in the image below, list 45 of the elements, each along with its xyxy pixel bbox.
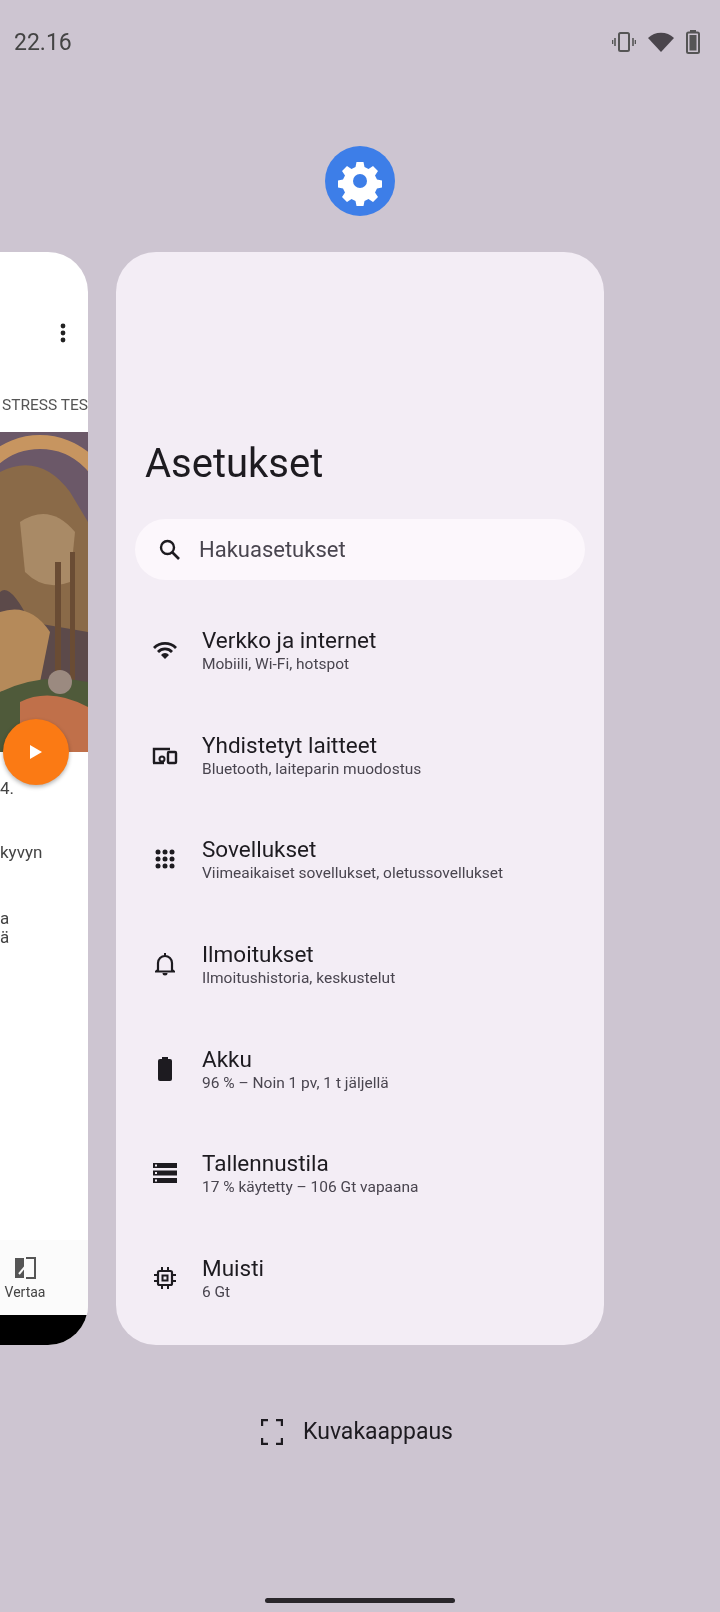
item-subtitle: 96 % – Noin 1 pv, 1 t jäljellä [202,1072,389,1093]
settings-item[interactable]: Muisti 6 Gt [135,1225,585,1331]
more-icon[interactable] [60,323,66,343]
item-title: Ilmoitukset [202,940,315,969]
settings-item[interactable]: Akku 96 % – Noin 1 pv, 1 t jäljellä [135,1016,585,1121]
item-title: Muisti [202,1253,264,1282]
tab-label[interactable]: STRESS TES [1,396,88,414]
wifi-icon [648,32,674,52]
body-text: kyvyn [0,842,44,862]
settings-item[interactable]: Sovellukset Viimeaikaiset sovellukset, oletussovellukset [135,807,585,912]
search-icon [159,538,181,561]
settings-item[interactable]: Yhdistetyt laitteet Bluetooth, laiteparin muodostus [135,702,585,808]
item-subtitle: Mobiili, Wi-Fi, hotspot [202,654,351,675]
status-time: 22.16 [14,28,73,56]
item-subtitle: Viimeaikaiset sovellukset, oletussovellukset [202,863,504,884]
battery-icon [157,1056,173,1081]
item-title: Akku [202,1044,253,1073]
body-text: ä [0,927,11,947]
page-title: Asetukset [145,441,325,487]
item-subtitle: 17 % käytetty – 106 Gt vapaana [202,1177,419,1198]
item-title: Tallennustila [202,1149,330,1178]
item-subtitle: Ilmoitushistoria, keskustelut [202,968,396,989]
chip-icon [153,1265,177,1290]
battery-icon [686,30,700,54]
vibrate-icon [612,32,636,52]
item-title: Yhdistetyt laitteet [202,730,379,759]
wifi-icon [152,640,178,661]
search-field[interactable]: Hakuasetukset [135,519,585,580]
compare-icon [13,1255,37,1280]
body-text: 4. [0,778,16,798]
body-text: a [0,908,11,928]
item-subtitle: 6 Gt [202,1281,232,1302]
settings-item[interactable]: Verkko ja internet Mobiili, Wi-Fi, hotspot [135,598,585,703]
screenshot-icon [261,1418,284,1445]
apps-grid-icon [154,848,176,871]
item-title: Sovellukset [202,835,318,864]
settings-icon[interactable] [324,146,395,216]
screenshot-button[interactable]: Kuvakaappaus [251,1412,463,1451]
settings-item[interactable]: Ilmoitukset Ilmoitushistoria, keskustelut [135,911,585,1017]
item-title: Verkko ja internet [202,626,377,655]
storage-icon [153,1163,177,1184]
settings-item[interactable]: Tallennustila 17 % käytetty – 106 Gt vapaana [135,1120,585,1226]
item-subtitle: Bluetooth, laiteparin muodostus [202,758,422,779]
play-icon [29,744,43,760]
bell-icon [155,952,175,977]
